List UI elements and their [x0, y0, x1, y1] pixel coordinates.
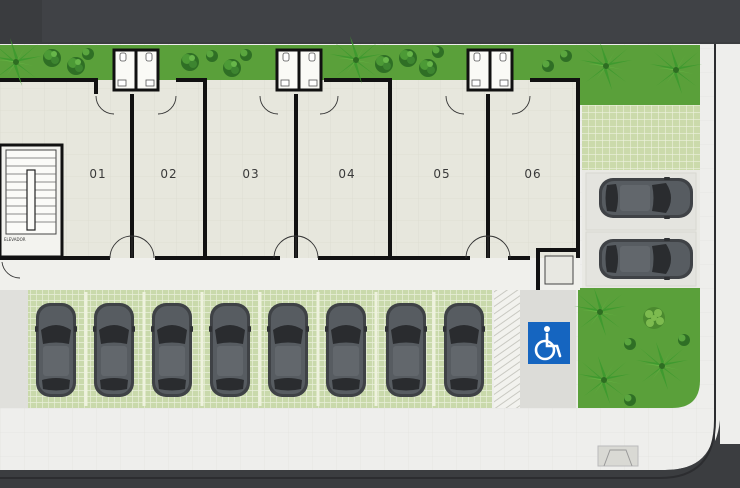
unit-label-04: 04 [338, 167, 355, 181]
unit-label-03: 03 [242, 167, 259, 181]
unit-label-05: 05 [433, 167, 450, 181]
unit-label-02: 02 [160, 167, 177, 181]
building-floor [0, 80, 580, 260]
accessible-aisle [494, 290, 520, 408]
unit-label-06: 06 [524, 167, 541, 181]
floor-plan: ELEVADOR 01 02 03 04 05 06 [0, 0, 740, 488]
stairs-icon [5, 149, 57, 235]
corridor [0, 258, 580, 290]
side-garden-grid [582, 105, 700, 170]
elevator-label: ELEVADOR [4, 237, 26, 242]
unit-label-01: 01 [89, 167, 106, 181]
right-garden-bottom [578, 288, 700, 408]
